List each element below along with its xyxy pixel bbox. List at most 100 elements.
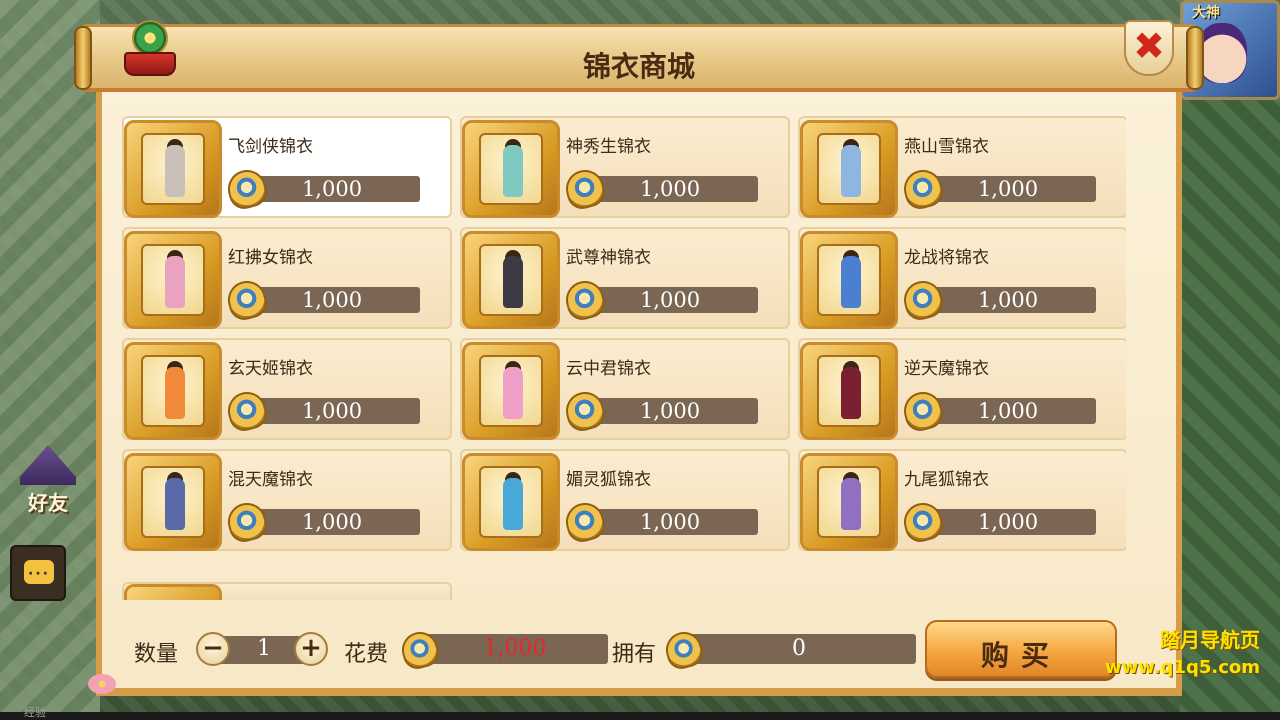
item-price: 1,000 (639, 510, 701, 534)
figure-body (165, 478, 185, 530)
chat-button[interactable]: ··· (10, 545, 66, 601)
cost-value: 1,000 (483, 636, 547, 661)
wizard-hat-icon (20, 445, 76, 485)
item-price: 1,000 (977, 177, 1039, 201)
quantity-value[interactable]: 1 (228, 636, 300, 661)
costume-figure-icon (817, 133, 881, 205)
figure-body (503, 478, 523, 530)
item-card[interactable]: 龙战将锦衣 1,000 (798, 227, 1126, 329)
watermark-url: www.q1q5.com (1104, 657, 1260, 678)
figure-body (503, 367, 523, 419)
buy-button[interactable]: 购买 (925, 620, 1117, 678)
costume-figure-icon (141, 466, 205, 538)
item-price-bar: 1,000 (582, 287, 758, 313)
coin-icon (223, 276, 271, 324)
friends-button[interactable]: 好友 (10, 445, 80, 525)
coin-icon (899, 498, 947, 546)
scroll-rod-left (74, 26, 92, 90)
item-card[interactable]: 云中君锦衣 1,000 (460, 338, 790, 440)
exp-bar (0, 712, 1280, 720)
item-price: 1,000 (977, 510, 1039, 534)
costume-figure-icon (141, 355, 205, 427)
plus-button[interactable]: + (294, 632, 328, 666)
figure-body (165, 145, 185, 197)
scroll-rod-right (1186, 26, 1204, 90)
item-portrait (800, 231, 898, 329)
costume-figure-icon (817, 466, 881, 538)
item-card[interactable]: 媚灵狐锦衣 1,000 (460, 449, 790, 551)
item-name: 媚灵狐锦衣 (566, 470, 651, 490)
flower-ornament-icon (88, 674, 116, 694)
owned-display: 0 (682, 634, 916, 664)
item-price-bar: 1,000 (920, 398, 1096, 424)
item-price: 1,000 (977, 399, 1039, 423)
costume-figure-icon (141, 244, 205, 316)
item-price-bar: 1,000 (244, 287, 420, 313)
item-card[interactable]: 飞剑侠锦衣 1,000 (122, 116, 452, 218)
item-portrait (800, 120, 898, 218)
coin-icon (561, 276, 609, 324)
item-portrait (462, 231, 560, 329)
costume-figure-icon (479, 355, 543, 427)
chat-dots-icon: ··· (28, 566, 50, 582)
item-name: 混天魔锦衣 (228, 470, 313, 490)
coin-icon (223, 387, 271, 435)
lantern-jade-icon (132, 20, 168, 56)
item-card[interactable]: 混天魔锦衣 1,000 (122, 449, 452, 551)
item-price-bar: 1,000 (920, 176, 1096, 202)
item-price-bar: 1,000 (582, 176, 758, 202)
title-bar: 锦衣商城 (82, 24, 1196, 92)
figure-body (165, 367, 185, 419)
item-price-bar: 1,000 (920, 509, 1096, 535)
item-card-partial[interactable] (122, 582, 452, 600)
item-price: 1,000 (301, 510, 363, 534)
item-portrait (124, 342, 222, 440)
item-portrait (800, 342, 898, 440)
item-name: 玄天姬锦衣 (228, 359, 313, 379)
item-card[interactable]: 玄天姬锦衣 1,000 (122, 338, 452, 440)
own-label: 拥有 (612, 642, 657, 667)
item-price: 1,000 (301, 288, 363, 312)
coin-icon (899, 165, 947, 213)
item-price: 1,000 (301, 177, 363, 201)
item-price-bar: 1,000 (244, 398, 420, 424)
item-card[interactable]: 神秀生锦衣 1,000 (460, 116, 790, 218)
watermark-title: 踏月导航页 (1160, 628, 1260, 652)
cost-display: 1,000 (422, 634, 608, 664)
minus-button[interactable]: − (196, 632, 230, 666)
item-card[interactable]: 武尊神锦衣 1,000 (460, 227, 790, 329)
quantity-label: 数量 (134, 642, 179, 667)
close-button[interactable]: ✖ (1124, 20, 1174, 76)
item-card[interactable]: 九尾狐锦衣 1,000 (798, 449, 1126, 551)
coin-icon (899, 387, 947, 435)
figure-body (841, 256, 861, 308)
figure-body (503, 256, 523, 308)
item-price-bar: 1,000 (582, 509, 758, 535)
item-card[interactable]: 红拂女锦衣 1,000 (122, 227, 452, 329)
item-card[interactable]: 逆天魔锦衣 1,000 (798, 338, 1126, 440)
item-portrait (462, 453, 560, 551)
purchase-footer: 数量 1 − + 花费 1,000 拥有 0 购买 (82, 620, 1196, 680)
item-price: 1,000 (301, 399, 363, 423)
window-title: 锦衣商城 (582, 50, 695, 83)
item-portrait (124, 453, 222, 551)
item-portrait (462, 342, 560, 440)
costume-figure-icon (817, 244, 881, 316)
player-name: 大神 (1192, 5, 1220, 21)
item-price-bar: 1,000 (920, 287, 1096, 313)
coin-icon (561, 498, 609, 546)
item-name: 燕山雪锦衣 (904, 137, 989, 157)
shop-window: 锦衣商城 ✖ 飞剑侠锦衣 1,000 神秀生锦衣 1,000 燕山雪锦衣 1,000 红拂女… (74, 20, 1204, 700)
exp-label: 经验 (24, 706, 46, 719)
item-name: 神秀生锦衣 (566, 137, 651, 157)
item-portrait (462, 120, 560, 218)
figure-body (841, 145, 861, 197)
item-portrait-partial (124, 584, 222, 600)
costume-figure-icon (817, 355, 881, 427)
coin-icon (899, 276, 947, 324)
item-card[interactable]: 燕山雪锦衣 1,000 (798, 116, 1126, 218)
buy-label: 购买 (980, 639, 1061, 672)
figure-body (841, 367, 861, 419)
item-name: 九尾狐锦衣 (904, 470, 989, 490)
figure-body (503, 145, 523, 197)
